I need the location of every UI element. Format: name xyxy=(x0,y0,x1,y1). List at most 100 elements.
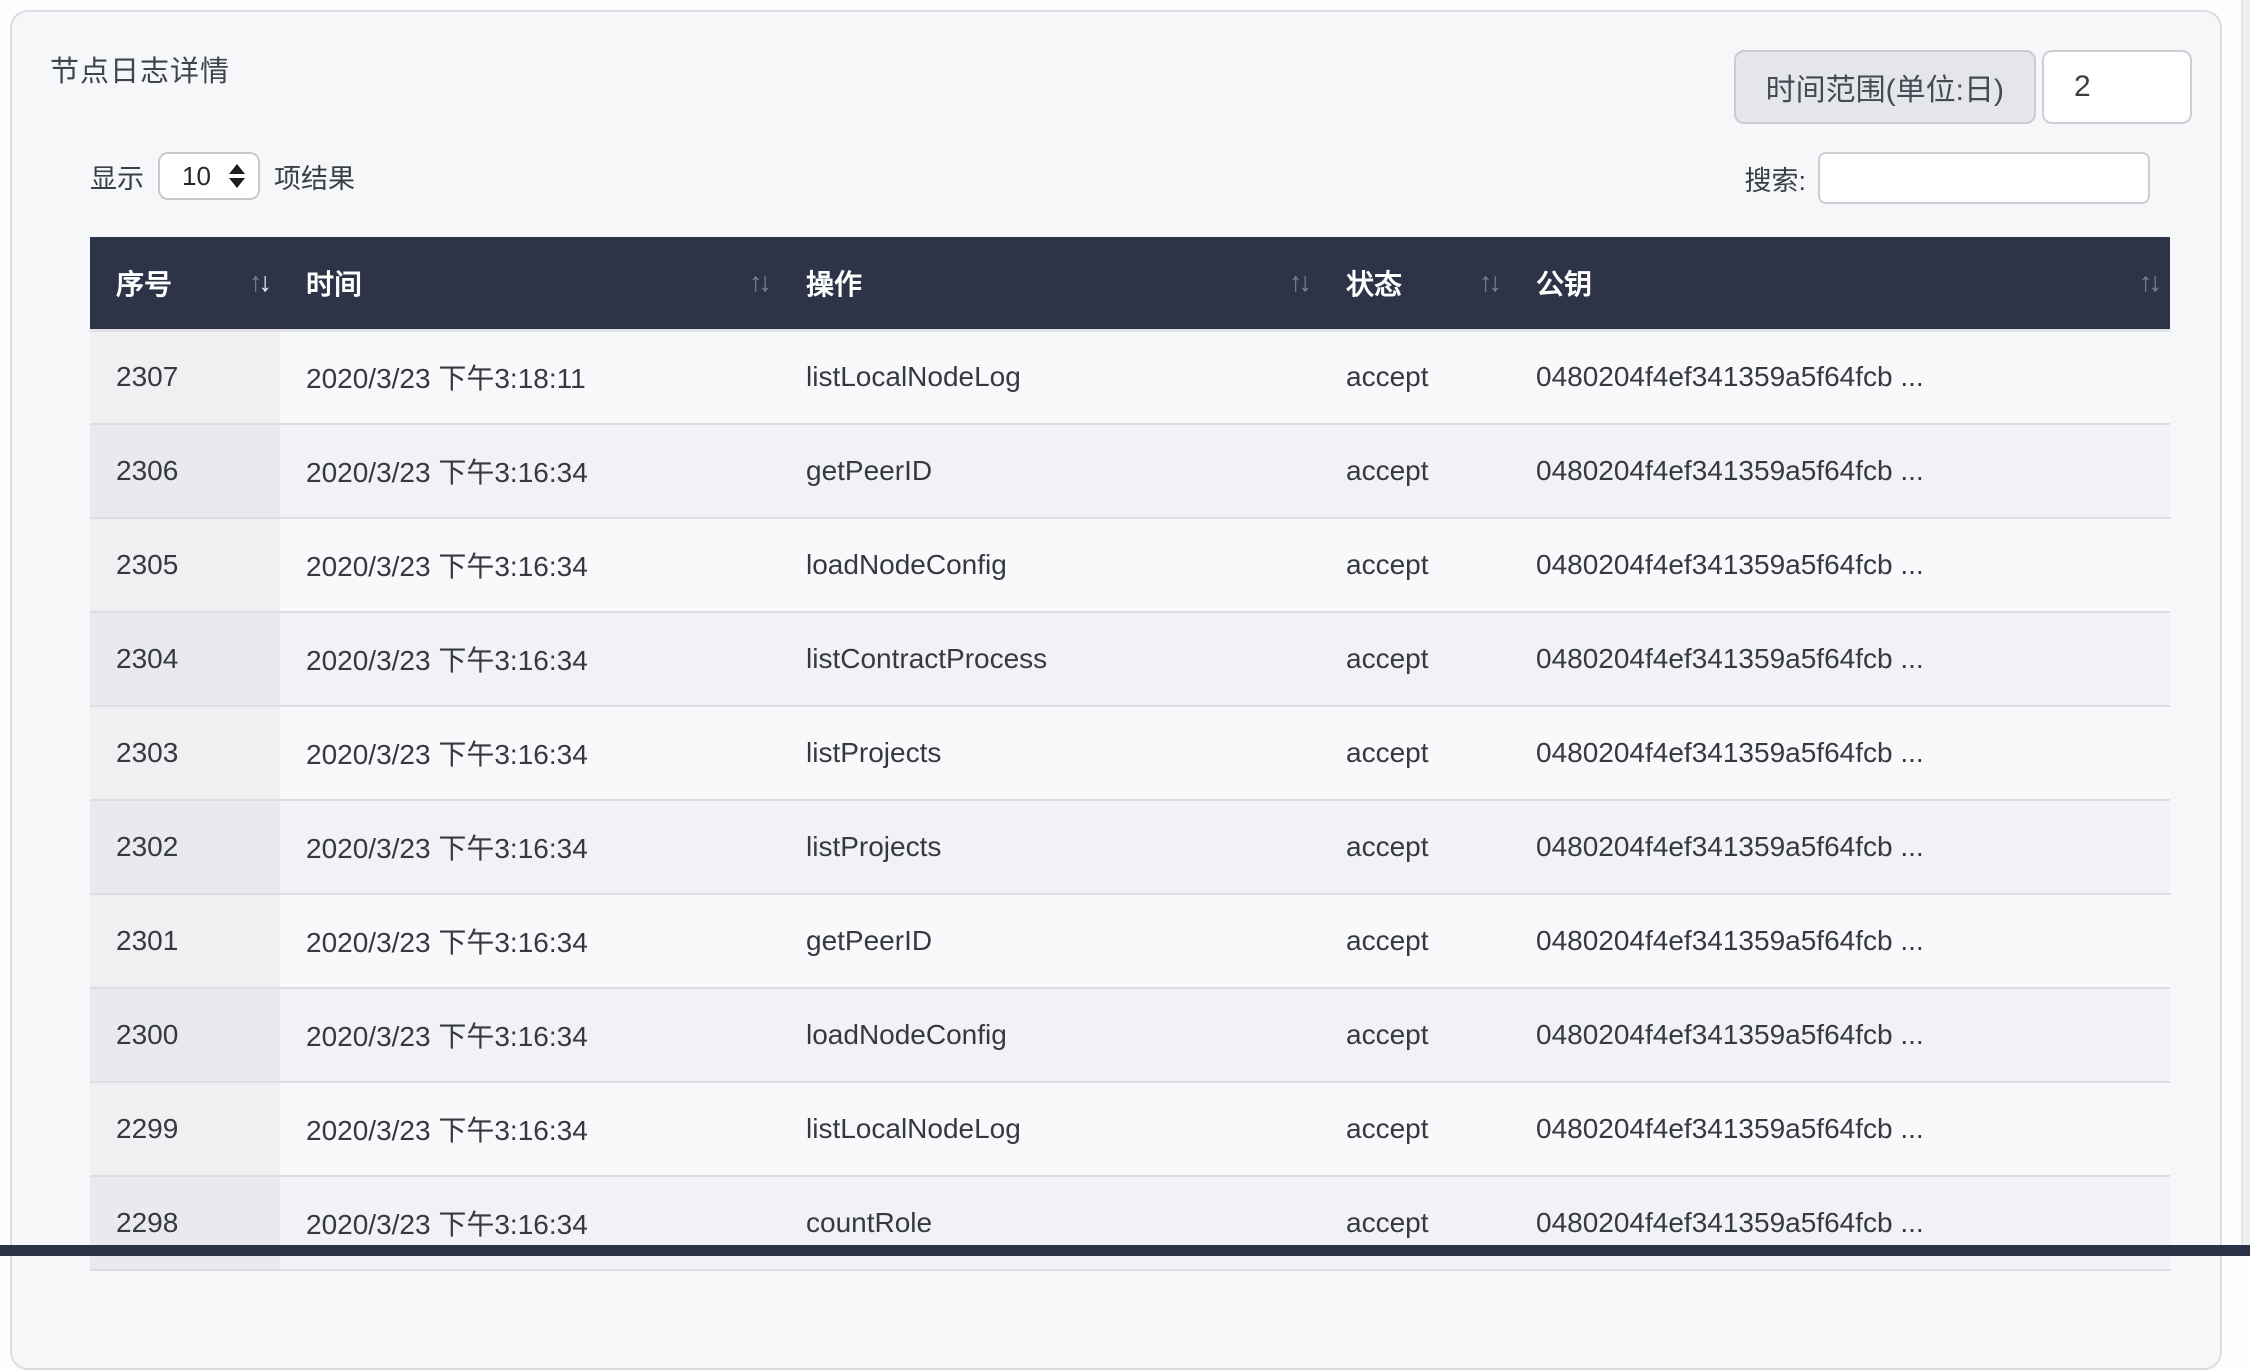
stepper-down-icon xyxy=(229,178,245,188)
stepper-up-icon xyxy=(229,164,245,174)
cell-time: 2020/3/23 下午3:16:34 xyxy=(280,424,780,518)
cell-pubkey: 0480204f4ef341359a5f64fcb ... xyxy=(1510,988,2170,1082)
column-header-time[interactable]: 时间 ↑↓ xyxy=(280,237,780,330)
cell-status: accept xyxy=(1320,612,1510,706)
page-title: 节点日志详情 xyxy=(50,48,230,90)
cell-op: listProjects xyxy=(780,800,1320,894)
table-row: 23062020/3/23 下午3:16:34getPeerIDaccept04… xyxy=(90,424,2170,518)
column-label: 操作 xyxy=(806,269,862,300)
sort-desc-arrow-icon: ↓ xyxy=(259,267,269,297)
column-label: 时间 xyxy=(306,269,362,300)
cell-status: accept xyxy=(1320,800,1510,894)
node-log-table: 序号↑↓时间↑↓操作↑↓状态↑↓公钥↑↓ 23072020/3/23 下午3:1… xyxy=(90,237,2170,1271)
search-input[interactable] xyxy=(1818,152,2150,204)
cell-status: accept xyxy=(1320,518,1510,612)
sort-asc-arrow-icon: ↑ xyxy=(2139,267,2149,297)
column-label: 公钥 xyxy=(1536,269,1592,300)
cell-time: 2020/3/23 下午3:16:34 xyxy=(280,1082,780,1176)
cell-time: 2020/3/23 下午3:16:34 xyxy=(280,800,780,894)
column-label: 序号 xyxy=(116,269,172,300)
sort-icon: ↑↓ xyxy=(1479,267,1498,298)
cell-seq: 2302 xyxy=(90,800,280,894)
column-header-status[interactable]: 状态 ↑↓ xyxy=(1320,237,1510,330)
cell-op: listProjects xyxy=(780,706,1320,800)
cell-seq: 2307 xyxy=(90,330,280,424)
page-length-select[interactable]: 10 xyxy=(158,152,260,200)
length-prefix-label: 显示 xyxy=(90,157,144,196)
cell-op: getPeerID xyxy=(780,424,1320,518)
cell-op: loadNodeConfig xyxy=(780,988,1320,1082)
cell-pubkey: 0480204f4ef341359a5f64fcb ... xyxy=(1510,706,2170,800)
cell-pubkey: 0480204f4ef341359a5f64fcb ... xyxy=(1510,612,2170,706)
cell-status: accept xyxy=(1320,1082,1510,1176)
table-body: 23072020/3/23 下午3:18:11listLocalNodeLoga… xyxy=(90,330,2170,1270)
page-length-value: 10 xyxy=(182,161,211,192)
sort-desc-arrow-icon: ↓ xyxy=(1489,267,1499,297)
cell-status: accept xyxy=(1320,988,1510,1082)
cell-seq: 2300 xyxy=(90,988,280,1082)
node-log-panel: 节点日志详情 时间范围(单位:日) 显示 10 项结果 搜索: 序号↑↓时间↑↓… xyxy=(10,10,2222,1370)
cell-seq: 2299 xyxy=(90,1082,280,1176)
sort-desc-arrow-icon: ↓ xyxy=(2149,267,2159,297)
search-label: 搜索: xyxy=(1744,159,1806,198)
cell-pubkey: 0480204f4ef341359a5f64fcb ... xyxy=(1510,800,2170,894)
cell-status: accept xyxy=(1320,330,1510,424)
cell-time: 2020/3/23 下午3:16:34 xyxy=(280,706,780,800)
search-control: 搜索: xyxy=(1744,152,2150,204)
table-row: 23042020/3/23 下午3:16:34listContractProce… xyxy=(90,612,2170,706)
cell-op: listLocalNodeLog xyxy=(780,330,1320,424)
column-header-op[interactable]: 操作 ↑↓ xyxy=(780,237,1320,330)
page-scrollbar[interactable] xyxy=(2241,0,2250,1256)
page-length-control: 显示 10 项结果 xyxy=(90,152,355,200)
sort-asc-arrow-icon: ↑ xyxy=(1289,267,1299,297)
cell-time: 2020/3/23 下午3:18:11 xyxy=(280,330,780,424)
cell-op: getPeerID xyxy=(780,894,1320,988)
sort-desc-arrow-icon: ↓ xyxy=(759,267,769,297)
sort-asc-arrow-icon: ↑ xyxy=(249,267,259,297)
cell-seq: 2301 xyxy=(90,894,280,988)
column-label: 状态 xyxy=(1346,269,1402,300)
cell-pubkey: 0480204f4ef341359a5f64fcb ... xyxy=(1510,518,2170,612)
cell-pubkey: 0480204f4ef341359a5f64fcb ... xyxy=(1510,1082,2170,1176)
sort-icon: ↑↓ xyxy=(249,267,268,298)
cell-status: accept xyxy=(1320,894,1510,988)
cell-seq: 2305 xyxy=(90,518,280,612)
cell-seq: 2303 xyxy=(90,706,280,800)
cell-time: 2020/3/23 下午3:16:34 xyxy=(280,518,780,612)
cell-seq: 2306 xyxy=(90,424,280,518)
table-row: 22992020/3/23 下午3:16:34listLocalNodeLoga… xyxy=(90,1082,2170,1176)
cell-op: listLocalNodeLog xyxy=(780,1082,1320,1176)
cell-pubkey: 0480204f4ef341359a5f64fcb ... xyxy=(1510,424,2170,518)
cell-time: 2020/3/23 下午3:16:34 xyxy=(280,988,780,1082)
cell-pubkey: 0480204f4ef341359a5f64fcb ... xyxy=(1510,894,2170,988)
cell-time: 2020/3/23 下午3:16:34 xyxy=(280,612,780,706)
table-row: 23002020/3/23 下午3:16:34loadNodeConfigacc… xyxy=(90,988,2170,1082)
cell-op: listContractProcess xyxy=(780,612,1320,706)
cell-op: loadNodeConfig xyxy=(780,518,1320,612)
cell-status: accept xyxy=(1320,424,1510,518)
bottom-bar xyxy=(0,1245,2250,1256)
time-range-group: 时间范围(单位:日) xyxy=(1734,50,2192,124)
cell-seq: 2304 xyxy=(90,612,280,706)
cell-status: accept xyxy=(1320,706,1510,800)
sort-icon: ↑↓ xyxy=(749,267,768,298)
length-suffix-label: 项结果 xyxy=(274,157,355,196)
cell-pubkey: 0480204f4ef341359a5f64fcb ... xyxy=(1510,330,2170,424)
table-row: 23022020/3/23 下午3:16:34listProjectsaccep… xyxy=(90,800,2170,894)
time-range-input[interactable] xyxy=(2042,50,2192,124)
sort-icon: ↑↓ xyxy=(2139,267,2158,298)
column-header-seq[interactable]: 序号 ↑↓ xyxy=(90,237,280,330)
column-header-pubkey[interactable]: 公钥 ↑↓ xyxy=(1510,237,2170,330)
time-range-label: 时间范围(单位:日) xyxy=(1734,50,2036,124)
table-row: 23052020/3/23 下午3:16:34loadNodeConfigacc… xyxy=(90,518,2170,612)
select-stepper-icon xyxy=(229,164,245,188)
sort-asc-arrow-icon: ↑ xyxy=(749,267,759,297)
table-row: 23072020/3/23 下午3:18:11listLocalNodeLoga… xyxy=(90,330,2170,424)
sort-desc-arrow-icon: ↓ xyxy=(1299,267,1309,297)
table-row: 23032020/3/23 下午3:16:34listProjectsaccep… xyxy=(90,706,2170,800)
sort-icon: ↑↓ xyxy=(1289,267,1308,298)
sort-asc-arrow-icon: ↑ xyxy=(1479,267,1489,297)
table-header-row: 序号↑↓时间↑↓操作↑↓状态↑↓公钥↑↓ xyxy=(90,237,2170,330)
table-row: 23012020/3/23 下午3:16:34getPeerIDaccept04… xyxy=(90,894,2170,988)
cell-time: 2020/3/23 下午3:16:34 xyxy=(280,894,780,988)
